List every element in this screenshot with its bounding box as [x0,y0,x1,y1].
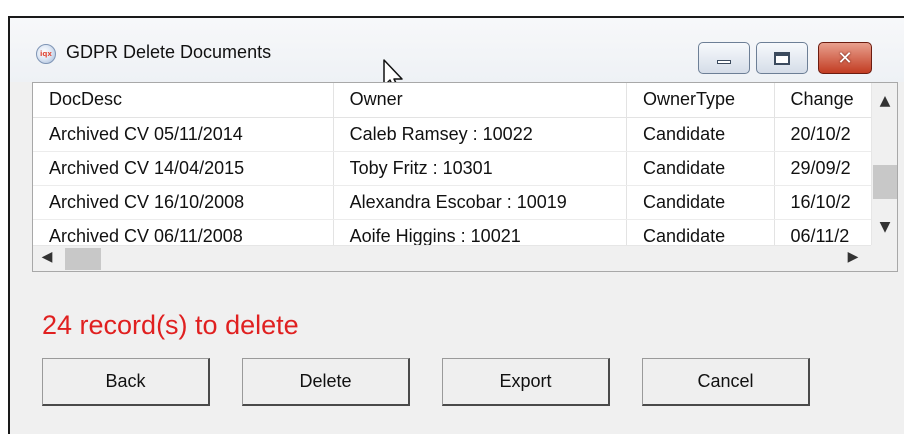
scroll-up-icon[interactable]: ▲ [872,93,898,115]
grid-viewport: DocDesc Owner OwnerType Change Archived … [33,83,873,245]
title-bar[interactable]: iqx GDPR Delete Documents ✕ [10,18,904,82]
cell-docdesc: Archived CV 05/11/2014 [33,117,334,152]
window-title: GDPR Delete Documents [66,42,272,62]
cell-ownertype: Candidate [626,151,775,186]
records-to-delete-status: 24 record(s) to delete [42,310,299,340]
scroll-right-icon[interactable]: ▶ [841,249,865,269]
documents-grid[interactable]: DocDesc Owner OwnerType Change Archived … [32,82,898,272]
cell-ownertype: Candidate [626,219,775,245]
horizontal-scrollbar[interactable]: ◀ ▶ [33,245,873,271]
delete-button[interactable]: Delete [242,358,410,406]
column-header-ownertype[interactable]: OwnerType [626,83,775,118]
column-header-change[interactable]: Change [774,83,873,118]
cell-change: 20/10/2 [774,117,873,152]
vertical-scrollbar[interactable]: ▲ ▼ [871,83,897,245]
column-header-owner[interactable]: Owner [333,83,628,118]
cell-docdesc: Archived CV 14/04/2015 [33,151,334,186]
cell-owner: Aoife Higgins : 10021 [333,219,628,245]
cell-docdesc: Archived CV 06/11/2008 [33,219,334,245]
maximize-icon [774,51,790,65]
back-button[interactable]: Back [42,358,210,406]
minimize-icon [717,60,731,64]
scroll-down-icon[interactable]: ▼ [872,219,898,241]
scrollbar-corner [871,245,897,271]
gdpr-app-icon: iqx [36,44,56,64]
table-row[interactable]: Archived CV 16/10/2008 Alexandra Escobar… [33,185,873,220]
cell-change: 06/11/2 [774,219,873,245]
export-button[interactable]: Export [442,358,610,406]
app-icon-label: iqx [40,50,52,58]
table-row[interactable]: Archived CV 05/11/2014 Caleb Ramsey : 10… [33,117,873,152]
table-row[interactable]: Archived CV 06/11/2008 Aoife Higgins : 1… [33,219,873,245]
cell-change: 29/09/2 [774,151,873,186]
scroll-left-icon[interactable]: ◀ [35,249,59,269]
close-button[interactable]: ✕ [818,42,872,74]
gdpr-delete-window: iqx GDPR Delete Documents ✕ DocDesc Owne… [8,16,904,434]
cell-ownertype: Candidate [626,117,775,152]
cell-owner: Toby Fritz : 10301 [333,151,628,186]
cell-owner: Alexandra Escobar : 10019 [333,185,628,220]
maximize-button[interactable] [756,42,808,74]
cell-change: 16/10/2 [774,185,873,220]
close-icon: ✕ [837,47,853,69]
minimize-button[interactable] [698,42,750,74]
cancel-button[interactable]: Cancel [642,358,810,406]
documents-table: DocDesc Owner OwnerType Change Archived … [33,83,873,245]
header-row: DocDesc Owner OwnerType Change [33,83,873,118]
cell-owner: Caleb Ramsey : 10022 [333,117,628,152]
vertical-scroll-thumb[interactable] [873,165,897,199]
cell-docdesc: Archived CV 16/10/2008 [33,185,334,220]
horizontal-scroll-thumb[interactable] [65,248,101,270]
cell-ownertype: Candidate [626,185,775,220]
column-header-docdesc[interactable]: DocDesc [33,83,334,118]
table-row[interactable]: Archived CV 14/04/2015 Toby Fritz : 1030… [33,151,873,186]
